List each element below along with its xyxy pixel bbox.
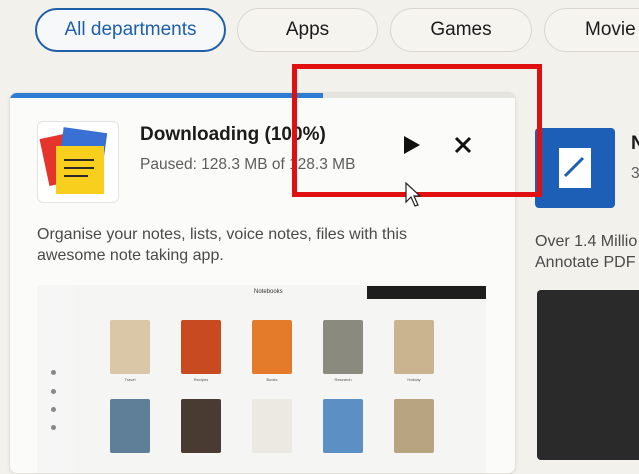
filter-movies[interactable]: Movie (544, 8, 639, 52)
next-app-icon[interactable] (535, 128, 615, 208)
screenshot-toolbar (367, 286, 486, 299)
filter-games[interactable]: Games (390, 8, 532, 52)
category-filter-bar: All departments Apps Games Movie (0, 6, 639, 58)
sidebar-dot (51, 407, 56, 412)
notebook-cover (252, 320, 292, 374)
next-app-screenshot[interactable] (537, 290, 639, 460)
sidebar-dot (51, 389, 56, 394)
notebook-cover (110, 320, 150, 374)
screenshot-header: Notebooks (254, 289, 283, 295)
screenshot-main: Notebooks Travel Recipes Books Research … (74, 285, 486, 473)
notebook-cover (394, 399, 434, 453)
sidebar-dot (51, 425, 56, 430)
app-screenshot[interactable]: Notebooks Travel Recipes Books Research … (37, 285, 486, 473)
screenshot-sidebar (37, 285, 75, 473)
filter-all-departments[interactable]: All departments (35, 8, 226, 52)
next-app-subtitle: 3 (631, 165, 639, 182)
next-app-description-line: Annotate PDF (535, 254, 636, 271)
app-description: Organise your notes, lists, voice notes,… (37, 226, 407, 264)
notebook-label: Research (334, 377, 352, 382)
mouse-pointer-icon (405, 182, 421, 207)
highlight-box (292, 64, 542, 197)
notebook-cover (252, 399, 292, 453)
notebook-cover (323, 399, 363, 453)
notebook-cover (110, 399, 150, 453)
filter-apps[interactable]: Apps (237, 8, 378, 52)
notebook-cover (181, 320, 221, 374)
app-icon (37, 121, 119, 203)
notebook-label: Holiday (407, 377, 421, 382)
next-app-description-line: Over 1.4 Millio (535, 233, 638, 250)
sidebar-dot (51, 370, 56, 375)
download-progress-fill (10, 93, 324, 98)
notebook-label: Recipes (193, 377, 209, 382)
pdf-annotate-icon (559, 148, 591, 188)
next-app-title: N (631, 133, 639, 154)
next-app-description: Over 1.4 Millio Annotate PDF (535, 231, 639, 273)
notebook-cover (323, 320, 363, 374)
notebook-cover (394, 320, 434, 374)
notebooks-app-icon (39, 127, 108, 194)
notebook-label: Books (266, 377, 278, 382)
notebook-label: Travel (124, 377, 136, 382)
notebook-cover (181, 399, 221, 453)
